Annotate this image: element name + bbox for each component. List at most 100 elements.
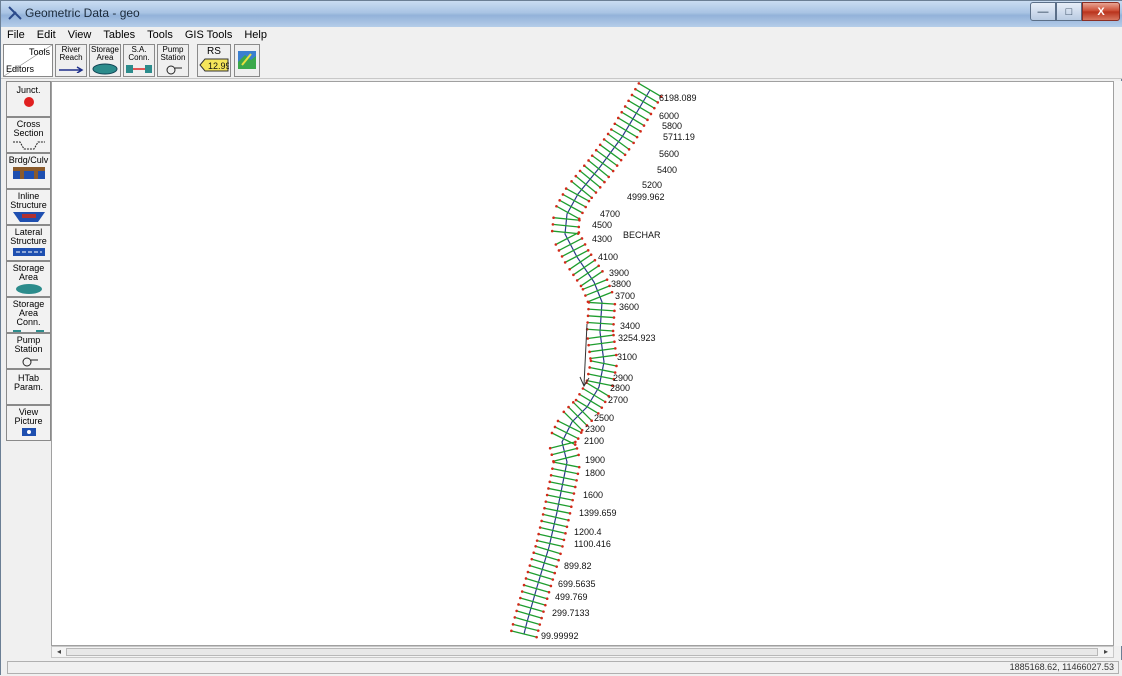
- flow-direction-arrow[interactable]: [583, 323, 588, 386]
- cross-section-line[interactable]: [587, 328, 614, 332]
- bank-station-marker[interactable]: [545, 493, 549, 497]
- bank-station-marker[interactable]: [547, 590, 551, 594]
- cross-section-line[interactable]: [559, 199, 583, 214]
- menu-file[interactable]: File: [1, 27, 31, 43]
- cross-section-line[interactable]: [520, 597, 546, 606]
- background-map-button[interactable]: [234, 44, 260, 77]
- cross-section-label[interactable]: 4300: [592, 234, 612, 244]
- cross-section-label[interactable]: 499.769: [555, 592, 588, 602]
- cross-section-line[interactable]: [583, 165, 605, 183]
- bank-station-marker[interactable]: [590, 196, 594, 200]
- bank-station-marker[interactable]: [616, 116, 620, 120]
- bank-station-marker[interactable]: [615, 164, 619, 167]
- cross-section-label[interactable]: 5711.19: [663, 132, 695, 142]
- bank-station-marker[interactable]: [545, 597, 549, 600]
- bank-station-marker[interactable]: [548, 446, 552, 450]
- pump-station-button[interactable]: Pump Station: [157, 44, 189, 77]
- cross-section-line[interactable]: [516, 610, 542, 619]
- bank-station-marker[interactable]: [587, 307, 590, 311]
- bank-station-marker[interactable]: [511, 623, 515, 626]
- bank-station-marker[interactable]: [535, 635, 538, 639]
- cross-section-line[interactable]: [628, 100, 652, 115]
- bank-station-marker[interactable]: [590, 154, 594, 157]
- scroll-left-icon[interactable]: ◂: [53, 647, 65, 657]
- bank-station-marker[interactable]: [567, 518, 570, 522]
- bank-station-marker[interactable]: [577, 231, 581, 234]
- cross-section-label[interactable]: 1200.4: [574, 527, 602, 537]
- cross-section-line[interactable]: [595, 149, 618, 167]
- cross-section-label[interactable]: 899.82: [564, 561, 592, 571]
- bank-station-marker[interactable]: [573, 443, 577, 446]
- bank-station-marker[interactable]: [630, 93, 634, 97]
- bank-station-marker[interactable]: [557, 558, 560, 562]
- bank-station-marker[interactable]: [570, 505, 573, 509]
- cross-section-label[interactable]: 2300: [585, 424, 605, 434]
- bank-station-marker[interactable]: [543, 506, 546, 510]
- bank-station-marker[interactable]: [542, 610, 545, 613]
- cross-section-label[interactable]: 2900: [613, 373, 633, 383]
- cross-section-label[interactable]: 1100.416: [574, 539, 611, 549]
- bank-station-marker[interactable]: [584, 205, 587, 209]
- cross-section-label[interactable]: 5600: [659, 149, 679, 159]
- cross-section-label[interactable]: 3600: [619, 302, 639, 312]
- bank-station-marker[interactable]: [567, 405, 570, 409]
- river-name-label[interactable]: BECHAR: [623, 230, 661, 240]
- bank-station-marker[interactable]: [613, 302, 617, 306]
- bank-station-marker[interactable]: [513, 616, 517, 619]
- menu-tables[interactable]: Tables: [97, 27, 141, 43]
- bank-station-marker[interactable]: [555, 204, 558, 208]
- bank-station-marker[interactable]: [610, 290, 614, 294]
- bank-station-marker[interactable]: [575, 279, 579, 282]
- bank-station-marker[interactable]: [561, 193, 565, 196]
- bank-station-marker[interactable]: [562, 538, 566, 542]
- bank-station-marker[interactable]: [562, 410, 566, 414]
- cross-section-line[interactable]: [591, 155, 614, 172]
- bank-station-marker[interactable]: [610, 128, 613, 131]
- bank-station-marker[interactable]: [587, 301, 591, 304]
- menu-gis-tools[interactable]: GIS Tools: [179, 27, 239, 43]
- cross-section-label[interactable]: 6198.089: [659, 93, 697, 103]
- bank-station-marker[interactable]: [575, 447, 579, 450]
- cross-section-line[interactable]: [617, 117, 641, 132]
- bank-station-marker[interactable]: [537, 532, 540, 536]
- bank-station-marker[interactable]: [548, 480, 552, 484]
- cross-section-line[interactable]: [529, 564, 555, 574]
- cross-section-line[interactable]: [611, 128, 634, 144]
- cross-section-line[interactable]: [588, 315, 615, 319]
- bank-station-marker[interactable]: [570, 180, 573, 183]
- cross-section-line[interactable]: [587, 321, 614, 325]
- bank-station-marker[interactable]: [554, 243, 558, 246]
- bank-station-marker[interactable]: [573, 485, 577, 489]
- bank-station-marker[interactable]: [627, 99, 630, 103]
- cross-section-line[interactable]: [621, 111, 645, 127]
- scroll-right-icon[interactable]: ▸: [1100, 647, 1112, 657]
- bank-station-marker[interactable]: [588, 350, 591, 354]
- close-button[interactable]: X: [1082, 2, 1120, 21]
- sa-conn-button[interactable]: S.A. Conn.: [123, 44, 155, 77]
- bank-station-marker[interactable]: [572, 273, 575, 277]
- menu-help[interactable]: Help: [238, 27, 273, 43]
- bank-station-marker[interactable]: [653, 106, 656, 110]
- menu-edit[interactable]: Edit: [31, 27, 62, 43]
- bank-station-marker[interactable]: [553, 425, 557, 429]
- cross-section-line[interactable]: [565, 188, 590, 202]
- bank-station-marker[interactable]: [551, 467, 554, 470]
- bank-station-marker[interactable]: [577, 465, 581, 469]
- palette-junct-button[interactable]: Junct.: [6, 81, 51, 117]
- bank-station-marker[interactable]: [538, 526, 542, 529]
- bank-station-marker[interactable]: [619, 158, 623, 162]
- bank-station-marker[interactable]: [560, 255, 564, 258]
- bank-station-marker[interactable]: [587, 199, 591, 203]
- bank-station-marker[interactable]: [559, 552, 562, 556]
- bank-station-marker[interactable]: [556, 419, 560, 423]
- bank-station-marker[interactable]: [612, 316, 616, 319]
- bank-station-marker[interactable]: [579, 431, 583, 434]
- bank-station-marker[interactable]: [612, 322, 615, 326]
- bank-station-marker[interactable]: [578, 218, 581, 222]
- river-reach-line[interactable]: [523, 89, 651, 635]
- rs-button[interactable]: RS 12.99: [197, 44, 231, 77]
- cross-section-label[interactable]: 99.99992: [541, 631, 579, 641]
- cross-section-label[interactable]: 1399.659: [579, 508, 617, 518]
- bank-station-marker[interactable]: [587, 159, 590, 162]
- bank-station-marker[interactable]: [564, 187, 568, 190]
